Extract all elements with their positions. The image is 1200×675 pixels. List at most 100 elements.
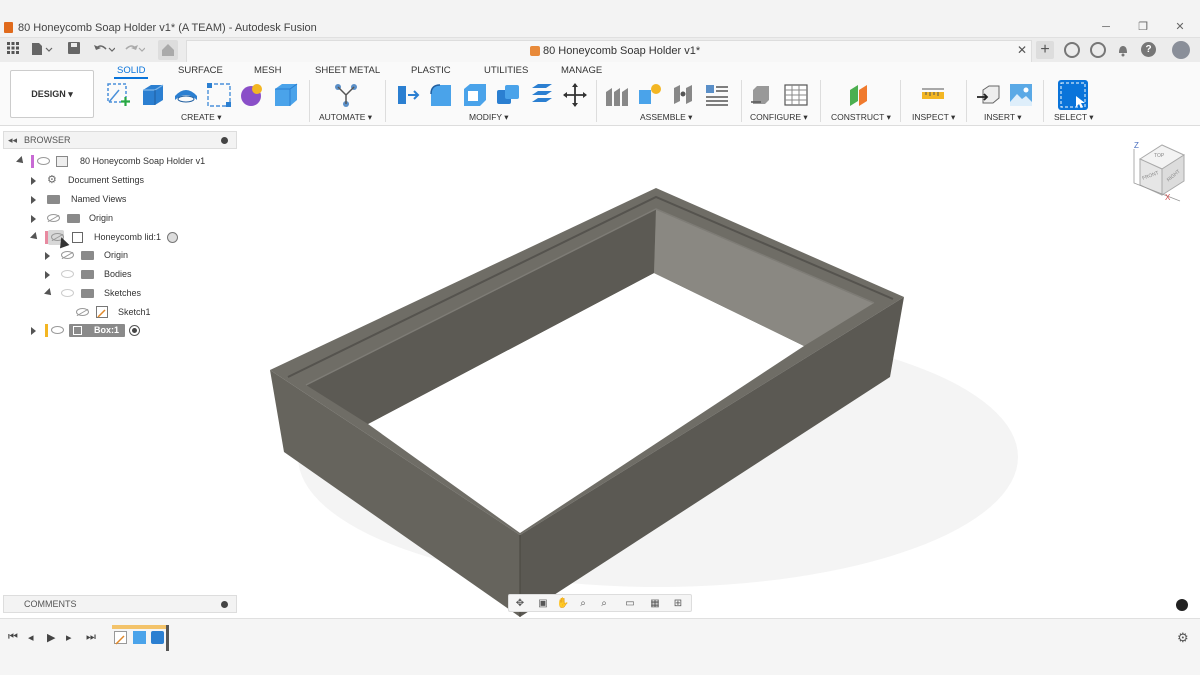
box-primitive-icon[interactable] xyxy=(273,82,299,108)
workspace-design-dropdown[interactable]: DESIGN ▾ xyxy=(10,70,94,118)
avatar-icon[interactable] xyxy=(1172,41,1190,59)
help-icon[interactable]: ? xyxy=(1141,42,1156,57)
timeline-extrude-feature[interactable] xyxy=(133,631,146,644)
timeline-settings-gear-icon[interactable]: ⚙ xyxy=(1177,630,1189,646)
zoom-icon[interactable]: ⌕ xyxy=(576,597,590,610)
combine-icon[interactable] xyxy=(495,82,521,108)
zoom-window-icon[interactable]: ⌕ xyxy=(597,597,611,610)
expand-arrow-icon[interactable] xyxy=(45,252,50,260)
tree-item-bodies[interactable]: Bodies xyxy=(42,266,202,283)
look-at-icon[interactable]: ▣ xyxy=(536,597,550,610)
collapse-panel-icon[interactable]: ◂◂ xyxy=(8,135,17,146)
extensions-icon[interactable] xyxy=(1064,42,1080,58)
tree-item-document-settings[interactable]: ⚙ Document Settings xyxy=(28,172,228,189)
undo-icon[interactable] xyxy=(92,42,116,58)
revolve-icon[interactable] xyxy=(173,82,199,108)
select-icon[interactable] xyxy=(1058,80,1088,110)
canvas-icon[interactable] xyxy=(1008,82,1034,108)
visibility-hidden-icon[interactable] xyxy=(47,214,60,222)
tab-solid[interactable]: SOLID xyxy=(117,65,146,76)
display-mode-icon[interactable] xyxy=(1176,599,1188,611)
file-icon[interactable] xyxy=(30,42,54,58)
tree-item-box[interactable]: Box:1 xyxy=(28,322,188,339)
panel-pin-icon[interactable] xyxy=(221,601,228,608)
timeline-marker[interactable] xyxy=(166,625,169,651)
tab-plastic[interactable]: PLASTIC xyxy=(411,65,451,76)
expand-arrow-icon[interactable] xyxy=(31,327,36,335)
viewports-icon[interactable]: ⊞ xyxy=(671,597,685,610)
tab-utilities[interactable]: UTILITIES xyxy=(484,65,528,76)
step-back-icon[interactable]: ◂ xyxy=(28,631,34,644)
canvas-viewport[interactable]: Z TOP FRONT RIGHT X xyxy=(238,127,1200,617)
expand-arrow-icon[interactable] xyxy=(31,215,36,223)
group-assemble[interactable]: ASSEMBLE ▾ xyxy=(640,112,692,123)
visibility-eye-icon[interactable] xyxy=(51,326,64,334)
group-construct[interactable]: CONSTRUCT ▾ xyxy=(831,112,891,123)
create-form-icon[interactable] xyxy=(239,82,265,108)
tab-mesh[interactable]: MESH xyxy=(254,65,281,76)
group-automate[interactable]: AUTOMATE ▾ xyxy=(319,112,372,123)
tree-item-named-views[interactable]: Named Views xyxy=(28,191,228,208)
tab-sheet-metal[interactable]: SHEET METAL xyxy=(315,65,380,76)
add-tab-icon[interactable]: + xyxy=(1036,41,1054,59)
automate-icon[interactable] xyxy=(333,82,359,108)
step-forward-icon[interactable]: ▸ xyxy=(66,631,72,644)
minimize-button[interactable]: ─ xyxy=(1098,20,1114,34)
document-tab[interactable]: 80 Honeycomb Soap Holder v1* ✕ xyxy=(186,40,1032,62)
browser-panel-header[interactable]: ◂◂ BROWSER xyxy=(3,131,237,149)
group-create[interactable]: CREATE ▾ xyxy=(181,112,221,123)
sweep-icon[interactable] xyxy=(206,82,232,108)
tree-item-origin[interactable]: Origin xyxy=(28,210,228,227)
grid-menu-icon[interactable] xyxy=(5,42,21,58)
tree-item-root[interactable]: 80 Honeycomb Soap Holder v1 xyxy=(14,153,214,170)
joint-icon[interactable] xyxy=(637,82,663,108)
configure-icon[interactable] xyxy=(749,82,775,108)
panel-pin-icon[interactable] xyxy=(221,137,228,144)
model-render[interactable] xyxy=(238,127,1200,617)
go-to-end-icon[interactable]: ⏭ xyxy=(86,631,96,644)
tree-item-lid-origin[interactable]: Origin xyxy=(42,247,202,264)
active-component-radio[interactable] xyxy=(129,325,140,336)
create-sketch-icon[interactable] xyxy=(106,82,132,108)
group-insert[interactable]: INSERT ▾ xyxy=(984,112,1022,123)
close-window-button[interactable]: ✕ xyxy=(1172,20,1188,34)
collapse-arrow-icon[interactable] xyxy=(44,288,54,298)
display-settings-icon[interactable]: ▭ xyxy=(623,597,637,610)
new-component-icon[interactable] xyxy=(604,82,630,108)
move-icon[interactable] xyxy=(562,82,588,108)
visibility-hidden-icon[interactable] xyxy=(76,308,89,316)
offset-plane-icon[interactable] xyxy=(847,82,873,108)
configuration-table-icon[interactable] xyxy=(783,82,809,108)
offset-face-icon[interactable] xyxy=(529,82,555,108)
collapse-arrow-icon[interactable] xyxy=(30,232,40,242)
bill-of-materials-icon[interactable] xyxy=(704,82,730,108)
job-status-icon[interactable] xyxy=(1090,42,1106,58)
play-icon[interactable]: ▶ xyxy=(47,631,55,644)
orbit-icon[interactable]: ✥ xyxy=(513,597,527,610)
home-icon[interactable] xyxy=(158,40,178,60)
visibility-eye-icon[interactable] xyxy=(37,157,50,165)
expand-arrow-icon[interactable] xyxy=(31,177,36,185)
fillet-icon[interactable] xyxy=(428,82,454,108)
tab-manage[interactable]: MANAGE xyxy=(561,65,602,76)
expand-arrow-icon[interactable] xyxy=(31,196,36,204)
grid-snaps-icon[interactable]: ▦ xyxy=(648,597,662,610)
visibility-eye-icon[interactable] xyxy=(61,289,74,297)
tree-item-sketches[interactable]: Sketches xyxy=(42,285,202,302)
tree-item-honeycomb-lid[interactable]: Honeycomb lid:1 xyxy=(28,229,188,249)
insert-derive-icon[interactable] xyxy=(975,82,1001,108)
group-select[interactable]: SELECT ▾ xyxy=(1054,112,1094,123)
as-built-joint-icon[interactable] xyxy=(671,82,697,108)
pan-icon[interactable]: ✋ xyxy=(556,597,570,610)
close-tab-icon[interactable]: ✕ xyxy=(1017,43,1027,57)
visibility-eye-icon[interactable] xyxy=(61,270,74,278)
tree-item-sketch1[interactable]: Sketch1 xyxy=(56,304,216,321)
go-to-start-icon[interactable]: ⏮ xyxy=(8,631,18,644)
view-cube[interactable]: Z TOP FRONT RIGHT X xyxy=(1126,139,1196,209)
comments-panel-header[interactable]: COMMENTS xyxy=(3,595,237,613)
press-pull-icon[interactable] xyxy=(394,82,420,108)
visibility-hidden-icon[interactable] xyxy=(61,251,74,259)
measure-icon[interactable] xyxy=(920,82,946,108)
shell-icon[interactable] xyxy=(462,82,488,108)
collapse-arrow-icon[interactable] xyxy=(16,156,26,166)
